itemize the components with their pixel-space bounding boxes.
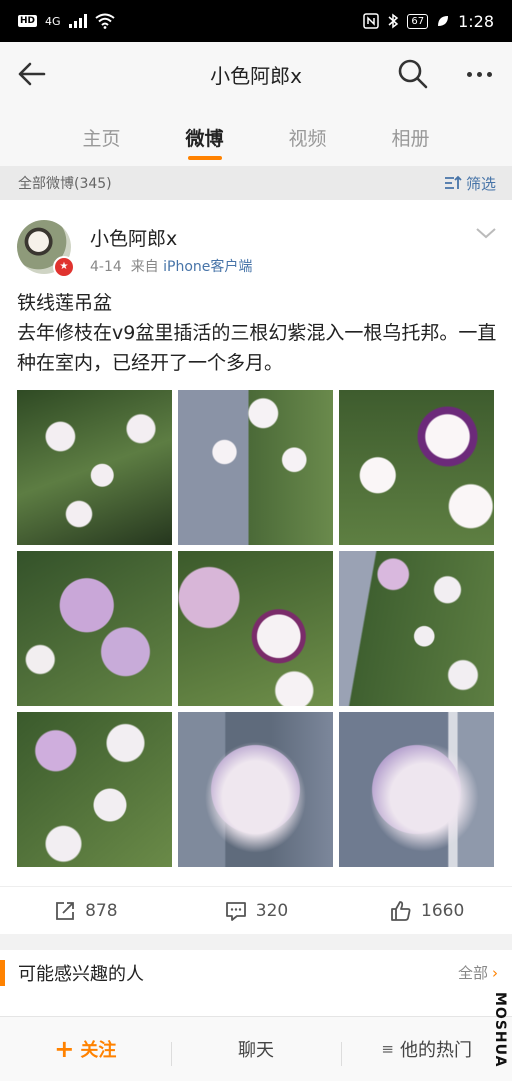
filter-row: 全部微博(345) 筛选 <box>0 166 512 200</box>
filter-icon <box>444 175 462 189</box>
bluetooth-icon <box>388 13 399 29</box>
top-nav: 小色阿郎x <box>0 42 512 106</box>
watermark: MOSHUA <box>492 992 508 1068</box>
post-meta: 4-14 来自 iPhone客户端 <box>90 256 252 276</box>
wifi-icon <box>94 13 115 29</box>
photo-5[interactable] <box>178 551 333 706</box>
hot-label: 他的热门 <box>399 1040 472 1061</box>
signal-icon <box>68 14 87 28</box>
photo-8[interactable] <box>178 712 333 867</box>
hot-posts-button[interactable]: ≡ 他的热门 <box>341 1036 512 1066</box>
comment-icon <box>225 902 246 921</box>
like-count: 1660 <box>421 901 465 921</box>
view-all-label: 全部 <box>457 964 488 982</box>
photo-grid <box>17 390 494 867</box>
tab-home[interactable]: 主页 <box>50 106 153 166</box>
tab-video[interactable]: 视频 <box>256 106 359 166</box>
chevron-down-icon[interactable] <box>474 224 498 242</box>
like-button[interactable]: 1660 <box>341 887 512 935</box>
post-date: 4-14 <box>90 259 122 275</box>
clock: 1:28 <box>458 11 494 31</box>
status-bar: HD 4G 67 1:28 <box>0 0 512 42</box>
recommendations-title: 可能感兴趣的人 <box>18 964 144 985</box>
post-actions: 878 320 1660 <box>0 886 512 935</box>
photo-2[interactable] <box>178 390 333 545</box>
section-accent-bar <box>0 960 5 986</box>
tab-album[interactable]: 相册 <box>359 106 462 166</box>
search-icon[interactable] <box>396 57 430 91</box>
page-title: 小色阿郎x <box>210 63 302 88</box>
comment-count: 320 <box>255 901 289 921</box>
photo-6[interactable] <box>339 551 494 706</box>
chevron-right-icon: › <box>492 964 498 982</box>
back-arrow-icon[interactable] <box>14 56 50 92</box>
vip-badge-icon: ★ <box>53 256 75 278</box>
weibo-count: 全部微博(345) <box>18 176 112 192</box>
hd-icon: HD <box>18 15 38 27</box>
chat-label: 聊天 <box>238 1040 274 1061</box>
list-icon: ≡ <box>381 1040 394 1058</box>
profile-tabs: 主页 微博 视频 相册 <box>0 106 512 166</box>
thumbs-up-icon <box>391 901 411 921</box>
follow-label: 关注 <box>80 1040 117 1061</box>
more-options-icon[interactable] <box>460 57 498 91</box>
view-all-link[interactable]: 全部 › <box>458 962 498 983</box>
author-name[interactable]: 小色阿郎x <box>90 224 177 251</box>
comment-button[interactable]: 320 <box>171 887 342 935</box>
photo-1[interactable] <box>17 390 172 545</box>
photo-3[interactable] <box>339 390 494 545</box>
leaf-icon <box>438 16 449 26</box>
post-source[interactable]: iPhone客户端 <box>163 259 252 275</box>
repost-button[interactable]: 878 <box>0 887 171 935</box>
filter-label: 筛选 <box>465 174 496 193</box>
repost-icon <box>56 902 75 920</box>
bottom-action-bar: + 关注 聊天 ≡ 他的热门 <box>0 1016 512 1081</box>
weibo-post: ★ 小色阿郎x 4-14 来自 iPhone客户端 铁线莲吊盆 去年修枝在v9盆… <box>0 200 512 934</box>
nfc-icon <box>363 13 380 29</box>
chat-button[interactable]: 聊天 <box>170 1036 342 1066</box>
battery-icon: 67 <box>407 13 429 29</box>
recommendations-section: 可能感兴趣的人 全部 › <box>0 950 512 1016</box>
tab-weibo[interactable]: 微博 <box>153 106 256 166</box>
photo-4[interactable] <box>17 551 172 706</box>
plus-icon: + <box>54 1035 75 1063</box>
repost-count: 878 <box>85 901 118 921</box>
post-text: 铁线莲吊盆 去年修枝在v9盆里插活的三根幻紫混入一根乌托邦。一直种在室内，已经开… <box>17 292 497 374</box>
photo-7[interactable] <box>17 712 172 867</box>
follow-button[interactable]: + 关注 <box>0 1036 171 1062</box>
photo-9[interactable] <box>339 712 494 867</box>
post-from: 来自 <box>130 259 159 275</box>
network-type: 4G <box>45 14 61 28</box>
filter-button[interactable]: 筛选 <box>444 173 496 194</box>
